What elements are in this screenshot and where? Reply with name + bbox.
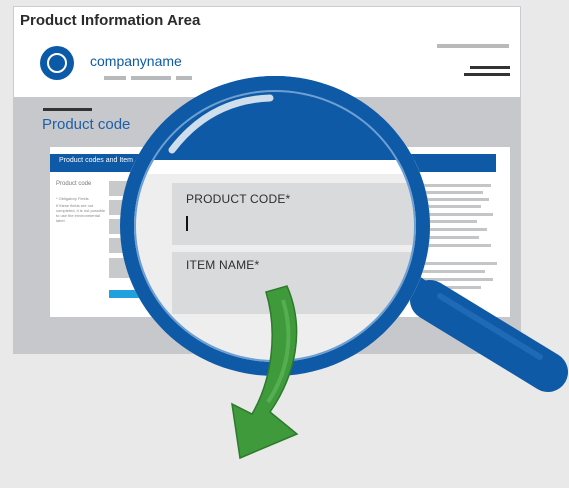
down-arrow-icon [231, 285, 299, 460]
